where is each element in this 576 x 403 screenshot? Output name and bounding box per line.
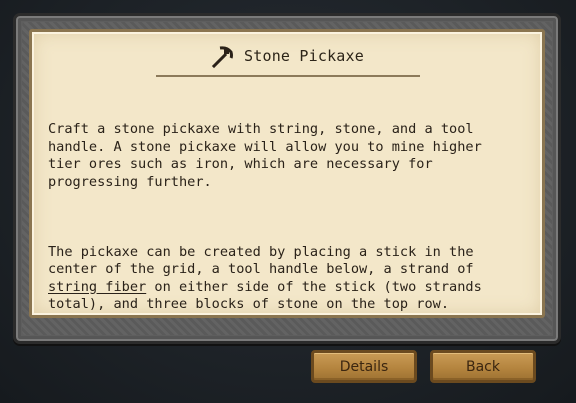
string-fiber-link[interactable]: string fiber xyxy=(48,279,146,295)
text-line: The pickaxe can be created by placing a … xyxy=(48,243,474,260)
text-line: progressing further. xyxy=(48,173,212,190)
text-line: handle. A stone pickaxe will allow you t… xyxy=(48,138,482,155)
dialog-title: Stone Pickaxe xyxy=(244,47,364,65)
paragraph-1: Craft a stone pickaxe with string, stone… xyxy=(48,121,528,191)
pickaxe-icon xyxy=(210,43,236,69)
text-fragment: on either side of the stick (two strands xyxy=(146,278,482,295)
title-row: Stone Pickaxe xyxy=(32,42,542,70)
text-line: tier ores such as iron, which are necess… xyxy=(48,156,433,172)
text-line: Craft a stone pickaxe with string, stone… xyxy=(48,121,474,137)
title-divider xyxy=(156,75,420,77)
text-line: total), and three blocks of stone on the… xyxy=(48,296,450,312)
description-text: Craft a stone pickaxe with string, stone… xyxy=(48,86,528,366)
game-scene: Stone Pickaxe Craft a stone pickaxe with… xyxy=(0,0,576,403)
details-button[interactable]: Details xyxy=(311,350,417,383)
text-line-with-link: string fiber on either side of the stick… xyxy=(48,279,528,297)
paragraph-2: The pickaxe can be created by placing a … xyxy=(48,244,528,314)
info-panel: Stone Pickaxe Craft a stone pickaxe with… xyxy=(29,29,545,318)
text-line: center of the grid, a tool handle below,… xyxy=(48,261,474,277)
back-button[interactable]: Back xyxy=(430,350,536,383)
